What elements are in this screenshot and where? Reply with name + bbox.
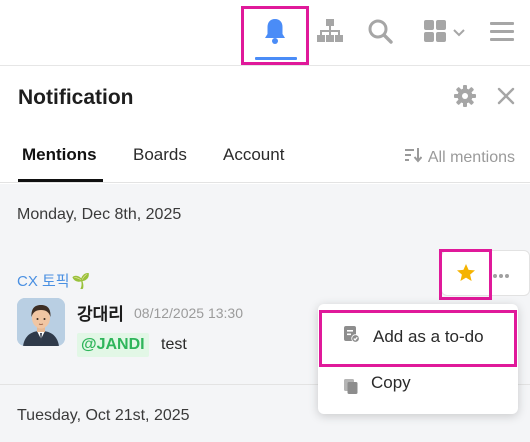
close-button[interactable]	[494, 86, 518, 110]
seedling-emoji: 🌱	[71, 272, 91, 290]
search-icon	[367, 18, 393, 49]
tab-account[interactable]: Account	[223, 130, 284, 182]
active-tab-indicator	[18, 179, 103, 182]
chevron-down-icon	[453, 24, 465, 42]
date-label: Tuesday, Oct 21st, 2025	[17, 407, 190, 424]
org-chart-button[interactable]	[312, 0, 348, 66]
star-context-menu: Add as a to-do Copy	[318, 304, 518, 414]
copy-menu-item[interactable]: Copy	[318, 364, 518, 408]
menu-item-label: Copy	[371, 373, 411, 392]
notification-tabs: Mentions Boards Account All mentions	[0, 130, 530, 183]
topic-link[interactable]: CX 토픽 🌱	[17, 270, 90, 291]
close-icon	[496, 86, 516, 111]
topic-name: CX 토픽	[17, 273, 70, 290]
star-icon	[456, 264, 476, 287]
message-text: test	[161, 336, 187, 353]
tab-boards[interactable]: Boards	[133, 130, 187, 182]
apps-grid-icon	[423, 19, 447, 48]
todo-icon	[342, 325, 360, 348]
top-toolbar	[0, 0, 530, 66]
mention-tag[interactable]: @JANDI	[77, 333, 149, 357]
settings-button[interactable]	[453, 84, 477, 112]
panel-title: Notification	[18, 86, 134, 109]
timestamp: 08/12/2025 13:30	[134, 305, 243, 321]
copy-icon	[342, 377, 360, 400]
apps-menu-button[interactable]	[418, 0, 470, 66]
sort-filter-icon	[404, 147, 423, 168]
main-menu-button[interactable]	[484, 0, 520, 66]
menu-item-label: Add as a to-do	[373, 327, 484, 346]
tab-label: Mentions	[22, 145, 97, 164]
active-indicator	[255, 57, 297, 60]
tab-label: Boards	[133, 145, 187, 164]
add-todo-menu-item[interactable]: Add as a to-do	[318, 310, 518, 367]
date-label: Monday, Dec 8th, 2025	[17, 206, 182, 223]
tab-mentions[interactable]: Mentions	[18, 130, 103, 182]
hamburger-menu-icon	[489, 20, 515, 47]
more-horizontal-icon	[492, 266, 510, 283]
search-button[interactable]	[362, 0, 398, 66]
filter-label: All mentions	[427, 148, 515, 166]
gear-icon	[454, 84, 476, 112]
org-chart-icon	[316, 18, 344, 49]
star-button[interactable]	[456, 263, 476, 288]
more-options-button[interactable]	[492, 266, 510, 284]
avatar[interactable]	[17, 298, 65, 346]
sender-name[interactable]: 강대리	[77, 300, 124, 325]
notifications-button[interactable]	[241, 0, 309, 66]
mention-filter-button[interactable]: All mentions	[404, 147, 515, 168]
tab-label: Account	[223, 145, 285, 164]
date-header: Monday, Dec 8th, 2025	[0, 184, 530, 248]
